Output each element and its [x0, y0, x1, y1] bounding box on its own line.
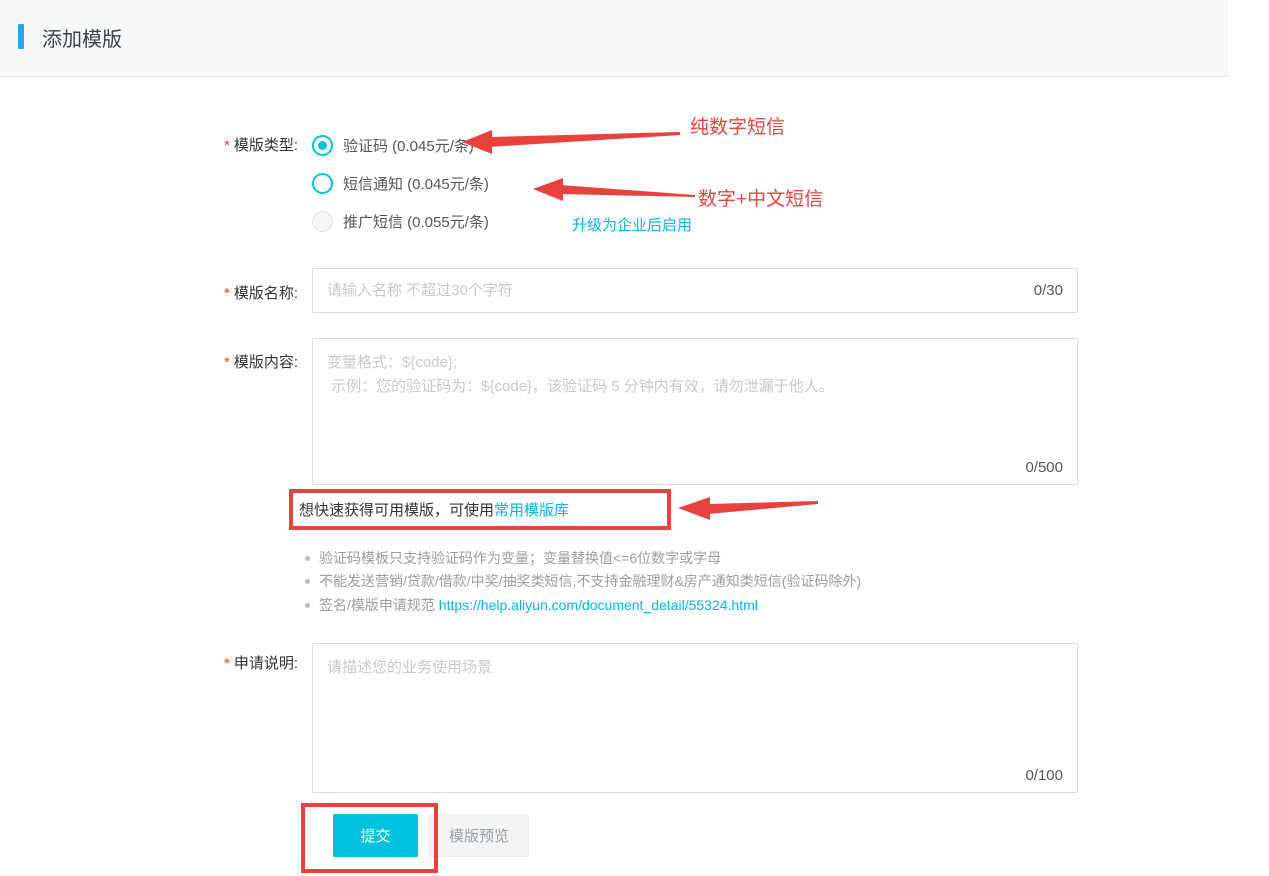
radio-sms-notification[interactable] [312, 173, 333, 194]
template-content-counter: 0/500 [1025, 459, 1063, 476]
application-note-textarea[interactable] [313, 644, 1077, 792]
template-name-field: 0/30 [312, 268, 1078, 313]
template-content-textarea[interactable] [313, 339, 1077, 484]
template-name-counter: 0/30 [1034, 282, 1077, 299]
radio-row-verification-code[interactable]: 验证码 (0.045元/条) [312, 134, 474, 156]
annotation-arrow-verification [462, 126, 682, 156]
add-template-page: 添加模版 *模版类型: 验证码 (0.045元/条) 短信通知 (0.045元/… [0, 0, 1269, 876]
bullet-icon [305, 603, 310, 608]
note-item-2: 不能发送营销/贷款/借款/中奖/抽奖类短信,不支持金融理财&房产通知类短信(验证… [305, 572, 861, 591]
note-item-3: 签名/模版申请规范 https://help.aliyun.com/docume… [305, 596, 758, 615]
annotation-text-digit-chinese-sms: 数字+中文短信 [698, 184, 823, 211]
annotation-text-pure-digit-sms: 纯数字短信 [690, 112, 785, 139]
radio-verification-code[interactable] [312, 135, 333, 156]
application-note-field: 0/100 [312, 643, 1078, 793]
template-preview-button[interactable]: 模版预览 [429, 814, 529, 857]
required-marker: * [224, 655, 230, 672]
radio-label-promo-sms: 推广短信 (0.055元/条) [343, 211, 489, 232]
annotation-arrow-notification [533, 177, 697, 203]
required-marker: * [224, 354, 230, 371]
radio-label-verification-code[interactable]: 验证码 (0.045元/条) [343, 135, 474, 156]
page-title: 添加模版 [42, 23, 122, 52]
title-accent-bar [18, 24, 24, 49]
bullet-icon [305, 579, 310, 584]
annotation-box-hint [289, 489, 671, 530]
annotation-arrow-hint [678, 495, 820, 522]
annotation-box-submit [301, 803, 438, 873]
radio-promo-sms-disabled [312, 211, 333, 232]
upgrade-enterprise-link[interactable]: 升级为企业后启用 [572, 214, 692, 235]
required-marker: * [224, 137, 230, 154]
field-label-template-content: *模版内容: [0, 351, 298, 372]
bullet-icon [305, 556, 310, 561]
radio-row-sms-notification[interactable]: 短信通知 (0.045元/条) [312, 172, 489, 194]
template-name-input[interactable] [313, 282, 1034, 299]
template-rules-doc-link[interactable]: https://help.aliyun.com/document_detail/… [439, 597, 758, 613]
radio-label-sms-notification[interactable]: 短信通知 (0.045元/条) [343, 173, 489, 194]
template-content-field: 0/500 [312, 338, 1078, 485]
radio-row-promo-sms: 推广短信 (0.055元/条) [312, 210, 489, 232]
page-header: 添加模版 [0, 0, 1228, 77]
required-marker: * [224, 285, 230, 302]
field-label-application-note: *申请说明: [0, 652, 298, 673]
field-label-template-name: *模版名称: [0, 282, 298, 303]
note-item-1: 验证码模板只支持验证码作为变量；变量替换值<=6位数字或字母 [305, 549, 721, 568]
application-note-counter: 0/100 [1025, 767, 1063, 784]
field-label-template-type: *模版类型: [0, 134, 298, 155]
